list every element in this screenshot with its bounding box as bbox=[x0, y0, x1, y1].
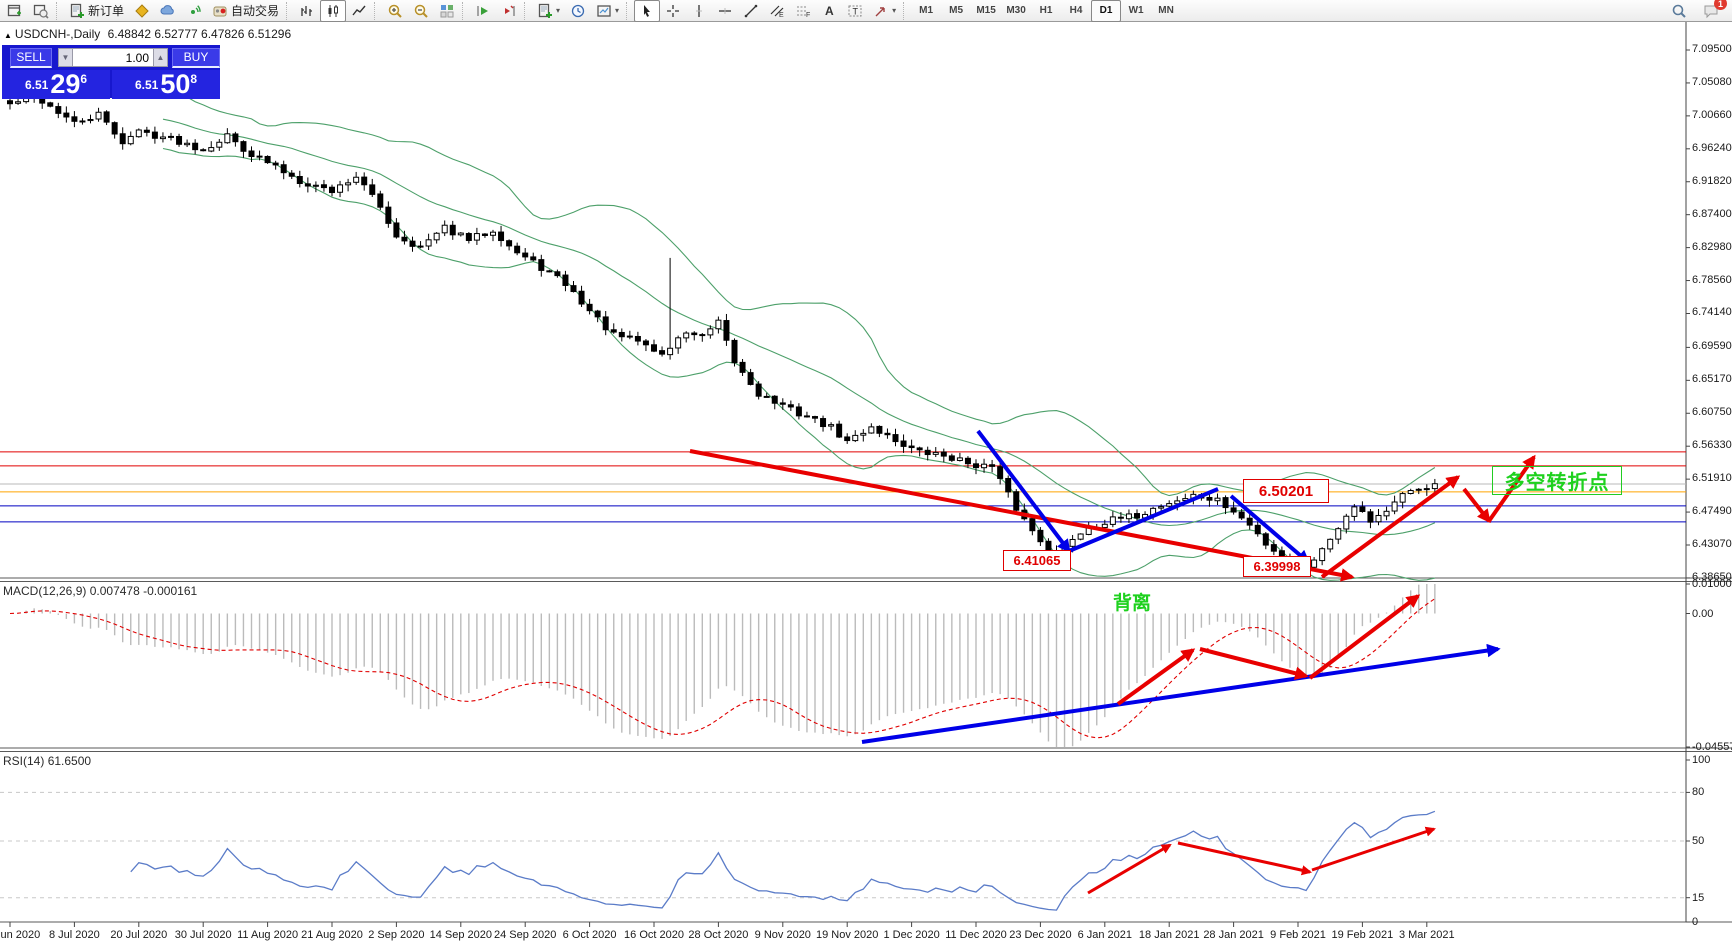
sell-price-big: 29 bbox=[50, 70, 80, 99]
buy-price[interactable]: 6.51508 bbox=[112, 70, 220, 99]
volume-input[interactable] bbox=[73, 48, 153, 67]
price-tick: 7.00660 bbox=[1692, 109, 1732, 121]
buy-price-small: 6.51 bbox=[135, 78, 158, 92]
date-tick: 9 Feb 2021 bbox=[1270, 929, 1326, 941]
sell-price[interactable]: 6.51296 bbox=[2, 70, 110, 99]
date-tick: 21 Aug 2020 bbox=[301, 929, 363, 941]
sell-price-small: 6.51 bbox=[25, 78, 48, 92]
bollinger-band-line bbox=[163, 90, 1435, 496]
price-tick: 6.69590 bbox=[1692, 340, 1732, 352]
macd-tick: 0.00 bbox=[1692, 608, 1713, 620]
date-tick: 23 Dec 2020 bbox=[1009, 929, 1071, 941]
trend-arrow[interactable] bbox=[862, 649, 1498, 742]
macd-signal-line bbox=[10, 599, 1435, 738]
symbol-caret-icon: ▲ bbox=[4, 31, 12, 40]
date-tick: 6 Oct 2020 bbox=[563, 929, 617, 941]
volume-up-button[interactable]: ▲ bbox=[153, 48, 168, 67]
price-tick: 7.09500 bbox=[1692, 43, 1732, 55]
price-tick: 6.96240 bbox=[1692, 142, 1732, 154]
date-tick: 8 Jul 2020 bbox=[49, 929, 100, 941]
annotation-price-label-low1[interactable]: 6.41065 bbox=[1003, 550, 1071, 571]
date-tick: 28 Oct 2020 bbox=[688, 929, 748, 941]
trend-arrow[interactable] bbox=[1088, 845, 1170, 893]
rsi-tick: 100 bbox=[1692, 754, 1710, 766]
rsi-tick: 0 bbox=[1692, 916, 1698, 928]
rsi-line bbox=[131, 811, 1435, 910]
macd-tick: 0.010004 bbox=[1692, 578, 1732, 590]
price-tick: 6.78560 bbox=[1692, 274, 1732, 286]
price-tick: 6.47490 bbox=[1692, 505, 1732, 517]
mt4-window: 新订单自动交易▾▾EFAT▾M1M5M15M30H1H4D1W1MN 1 ▲US… bbox=[0, 0, 1732, 947]
buy-price-sup: 8 bbox=[190, 72, 197, 86]
buy-price-big: 50 bbox=[160, 70, 190, 99]
buy-button[interactable]: BUY bbox=[172, 48, 220, 68]
macd-histogram bbox=[10, 584, 1435, 747]
price-tick: 6.74140 bbox=[1692, 306, 1732, 318]
annotation-pivot-box[interactable]: 多空转折点 bbox=[1492, 466, 1622, 495]
date-tick: 3 Mar 2021 bbox=[1399, 929, 1455, 941]
rsi-tick: 50 bbox=[1692, 835, 1704, 847]
annotation-price-label-high[interactable]: 6.50201 bbox=[1243, 479, 1329, 503]
price-tick: 6.56330 bbox=[1692, 439, 1732, 451]
date-tick: 14 Sep 2020 bbox=[430, 929, 492, 941]
price-tick: 6.60750 bbox=[1692, 406, 1732, 418]
one-click-trade-panel: SELL ▼▲ BUY 6.51296 6.51508 bbox=[2, 45, 220, 98]
price-tick: 6.87400 bbox=[1692, 208, 1732, 220]
date-tick: 9 Nov 2020 bbox=[755, 929, 811, 941]
date-tick: 19 Nov 2020 bbox=[816, 929, 878, 941]
chart-canvas[interactable] bbox=[0, 0, 1732, 947]
price-tick: 6.82980 bbox=[1692, 241, 1732, 253]
date-tick: 24 Sep 2020 bbox=[494, 929, 556, 941]
ohlc-values: 6.48842 6.52777 6.47826 6.51296 bbox=[108, 27, 292, 41]
date-tick: 19 Feb 2021 bbox=[1332, 929, 1394, 941]
rsi-tick: 80 bbox=[1692, 786, 1704, 798]
trend-arrow[interactable] bbox=[978, 431, 1069, 551]
date-tick: 11 Aug 2020 bbox=[237, 929, 298, 941]
date-tick: 28 Jan 2021 bbox=[1203, 929, 1264, 941]
price-tick: 6.51910 bbox=[1692, 472, 1732, 484]
date-tick: 30 Jul 2020 bbox=[175, 929, 232, 941]
macd-tick: -0.045577 bbox=[1692, 741, 1732, 753]
macd-label: MACD(12,26,9) 0.007478 -0.000161 bbox=[3, 584, 197, 598]
rsi-label: RSI(14) 61.6500 bbox=[3, 754, 91, 768]
date-tick: 6 Jan 2021 bbox=[1078, 929, 1132, 941]
trend-arrow[interactable] bbox=[1069, 489, 1218, 551]
date-tick: 2 Sep 2020 bbox=[368, 929, 424, 941]
trend-arrow[interactable] bbox=[1310, 596, 1418, 678]
date-tick: 1 Dec 2020 bbox=[883, 929, 939, 941]
trend-arrow[interactable] bbox=[1464, 489, 1489, 521]
price-tick: 6.65170 bbox=[1692, 373, 1732, 385]
date-tick: 18 Jan 2021 bbox=[1139, 929, 1200, 941]
price-tick: 6.43070 bbox=[1692, 538, 1732, 550]
rsi-tick: 15 bbox=[1692, 892, 1704, 904]
date-tick: 20 Jul 2020 bbox=[110, 929, 167, 941]
price-tick: 7.05080 bbox=[1692, 76, 1732, 88]
date-tick: 11 Dec 2020 bbox=[945, 929, 1007, 941]
annotation-price-label-low2[interactable]: 6.39998 bbox=[1243, 556, 1311, 577]
date-tick: 26 Jun 2020 bbox=[0, 929, 40, 941]
trend-arrow[interactable] bbox=[1178, 843, 1310, 872]
annotation-divergence-text[interactable]: 背离 bbox=[1113, 588, 1151, 615]
candlesticks bbox=[8, 88, 1438, 570]
symbol-timeframe: USDCNH-,Daily bbox=[15, 27, 100, 41]
chart-title: ▲USDCNH-,Daily 6.48842 6.52777 6.47826 6… bbox=[4, 27, 291, 41]
sell-price-sup: 6 bbox=[80, 72, 87, 86]
date-tick: 16 Oct 2020 bbox=[624, 929, 684, 941]
volume-down-button[interactable]: ▼ bbox=[58, 48, 73, 67]
sell-button[interactable]: SELL bbox=[10, 48, 52, 68]
price-tick: 6.91820 bbox=[1692, 175, 1732, 187]
